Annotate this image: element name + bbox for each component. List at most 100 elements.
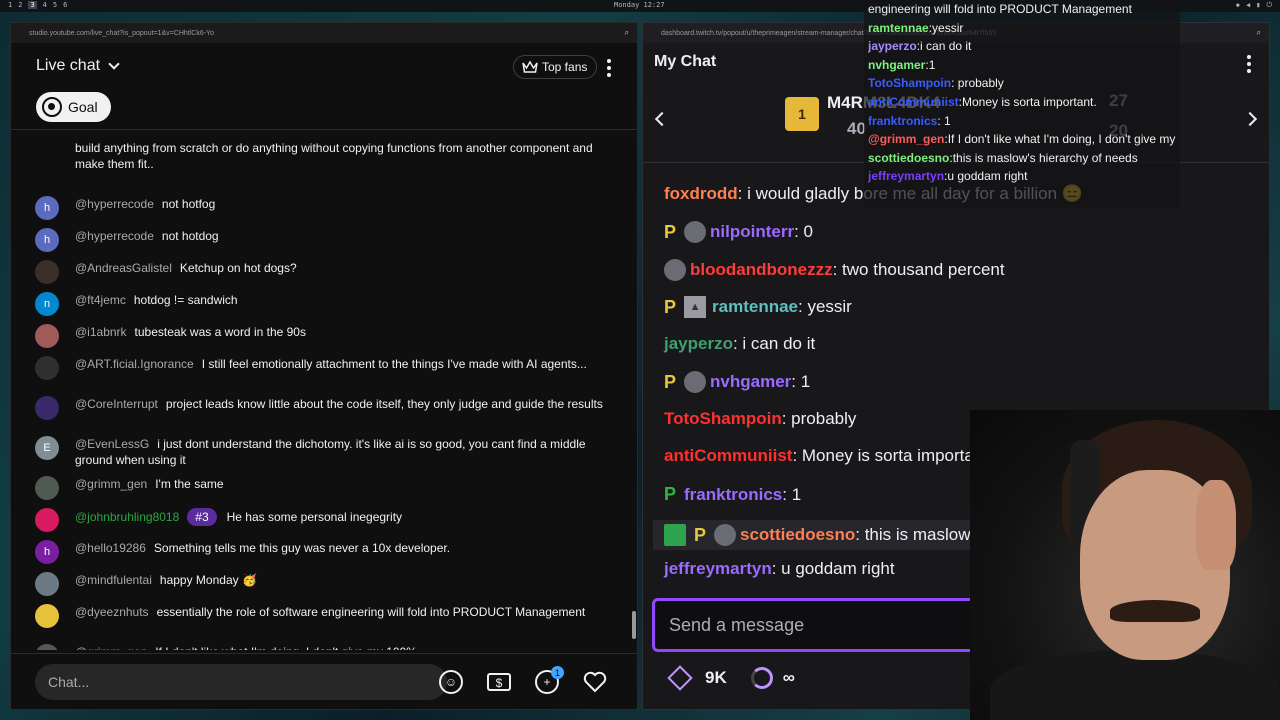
chat-message[interactable]: @dyeeznhuts essentially the role of softw… [35,604,615,628]
twitch-chat-message[interactable]: Pnilpointerr: 0 [664,221,813,243]
avatar[interactable]: h [35,196,59,220]
chat-message[interactable]: build anything from scratch or do anythi… [35,140,615,172]
avatar[interactable]: h [35,228,59,252]
message-author[interactable]: @johnbruhling8018 [75,510,179,524]
twitch-chat-message[interactable]: jayperzo: i can do it [664,334,815,354]
more-options-icon[interactable] [1247,55,1251,76]
avatar[interactable]: h [35,540,59,564]
message-author[interactable]: @ART.ficial.Ignorance [75,357,194,371]
chat-message[interactable]: @CoreInterrupt project leads know little … [35,396,615,420]
twitch-chat-message[interactable]: P ▲ ramtennae: yessir [664,296,852,318]
chat-message[interactable]: @grimm_gen I'm the same [35,476,615,500]
twitch-chat-message[interactable]: Pnvhgamer: 1 [664,371,810,393]
avatar[interactable] [35,604,59,628]
channel-points-icon[interactable] [750,667,773,689]
twitch-username[interactable]: TotoShampoin [664,409,782,429]
twitch-username[interactable]: jeffreymartyn [664,559,772,579]
message-author[interactable]: @hyperrecode [75,229,154,243]
youtube-message-list[interactable]: build anything from scratch or do anythi… [11,130,631,650]
avatar[interactable] [35,356,59,380]
avatar[interactable] [35,396,59,420]
twitch-chat-message[interactable]: TotoShampoin: probably [664,409,856,429]
avatar[interactable] [35,644,59,650]
chat-message[interactable]: @AndreasGalistel Ketchup on hot dogs? [35,260,615,284]
avatar[interactable]: n [35,292,59,316]
message-author[interactable]: @grimm_gen [75,645,147,650]
chevron-right-icon[interactable] [1242,111,1258,127]
workspace-6[interactable]: 6 [63,1,67,9]
message-author[interactable]: @i1abnrk [75,325,127,339]
message-author[interactable]: @hello19286 [75,541,146,555]
scrollbar-thumb[interactable] [632,611,636,639]
avatar[interactable] [35,260,59,284]
workspace-1[interactable]: 1 [8,1,12,9]
message-body: build anything from scratch or do anythi… [75,140,615,172]
chat-message[interactable]: @grimm_gen If I don't like what I'm doing… [35,644,615,650]
twitch-username[interactable]: antiCommuniist [664,446,792,466]
twitch-username[interactable]: nvhgamer [710,372,791,392]
avatar[interactable] [35,476,59,500]
twitch-username[interactable]: scottiedoesno [740,525,855,545]
message-author[interactable]: @ft4jemc [75,293,126,307]
more-options-icon[interactable] [607,59,611,80]
twitch-username[interactable]: franktronics [684,485,782,505]
top-fans-button[interactable]: Top fans [513,55,598,79]
emoji-icon[interactable]: ☺ [439,670,463,694]
add-member-icon[interactable]: + 1 [535,666,564,694]
zoom-icon[interactable]: ⌕ [625,28,629,38]
workspace-2[interactable]: 2 [18,1,22,9]
workspace-5[interactable]: 5 [53,1,57,9]
live-chat-mode-dropdown[interactable]: Live chat [36,57,120,75]
bits-icon[interactable] [667,665,693,691]
youtube-address-bar[interactable]: studio.youtube.com/live_chat?is_popout=1… [11,23,637,43]
message-author[interactable]: @hyperrecode [75,197,154,211]
overlay-text: :this is maslow's hierarchy of needs [949,150,1138,165]
chat-message[interactable]: E @EvenLessG i just dont understand the di… [35,436,615,468]
message-author[interactable]: @dyeeznhuts [75,605,149,619]
chat-message[interactable]: h @hello19286 Something tells me this guy … [35,540,615,564]
twitch-username[interactable]: jayperzo [664,334,733,354]
message-author[interactable]: @grimm_gen [75,477,147,491]
workspace-3[interactable]: 3 [28,1,37,9]
heart-icon[interactable] [583,670,607,694]
twitch-username[interactable]: nilpointerr [710,222,794,242]
twitch-username[interactable]: bloodandbonezzz [690,260,833,280]
chat-input[interactable]: Chat... [35,664,447,700]
twitch-username[interactable]: ramtennae [712,297,798,317]
overlay-text: :i can do it [916,39,972,54]
goal-button[interactable]: Goal [36,92,111,122]
webcam-feed [970,410,1280,720]
twitch-chat-message[interactable]: antiCommuniist: Money is sorta important… [664,446,993,466]
chat-message[interactable]: @ART.ficial.Ignorance I still feel emotio… [35,356,615,380]
workspace-switcher[interactable]: 123456 [8,1,67,9]
chat-message[interactable]: n @ft4jemc hotdog != sandwich [35,292,615,316]
avatar[interactable]: E [35,436,59,460]
twitch-chat-message[interactable]: Pfranktronics: 1 [664,484,801,505]
message-author[interactable]: @EvenLessG [75,437,149,451]
chat-message[interactable]: @johnbruhling8018 #3 He has some personal … [35,508,615,532]
zoom-icon[interactable]: ⌕ [1257,28,1261,38]
chat-message[interactable]: @mindfulentai happy Monday 🥳 [35,572,615,596]
clock: Monday 12:27 [614,1,665,9]
network-icon: ◆ [1235,1,1241,9]
chevron-left-icon[interactable] [654,111,670,127]
workspace-4[interactable]: 4 [43,1,47,9]
twitch-chat-message[interactable]: bloodandbonezzz: two thousand percent [664,259,1005,281]
send-message-input[interactable]: Send a message [652,598,982,652]
avatar[interactable] [35,572,59,596]
goal-icon [42,97,62,117]
twitch-username[interactable]: foxdrodd [664,184,738,204]
message-author[interactable]: @AndreasGalistel [75,261,172,275]
chat-message[interactable]: h @hyperrecode not hotdog [35,228,615,252]
message-author[interactable]: @CoreInterrupt [75,397,158,411]
prime-badge-icon: P [664,221,677,242]
message-body: @hyperrecode not hotfog [75,196,615,220]
avatar[interactable] [35,324,59,348]
chat-message[interactable]: @i1abnrk tubesteak was a word in the 90s [35,324,615,348]
super-chat-icon[interactable]: $ [487,670,511,694]
message-author[interactable]: @mindfulentai [75,573,152,587]
chat-message[interactable]: h @hyperrecode not hotfog [35,196,615,220]
avatar[interactable] [35,508,59,532]
chat-scrollbar[interactable] [631,133,637,647]
twitch-chat-message[interactable]: jeffreymartyn: u goddam right [664,559,895,579]
